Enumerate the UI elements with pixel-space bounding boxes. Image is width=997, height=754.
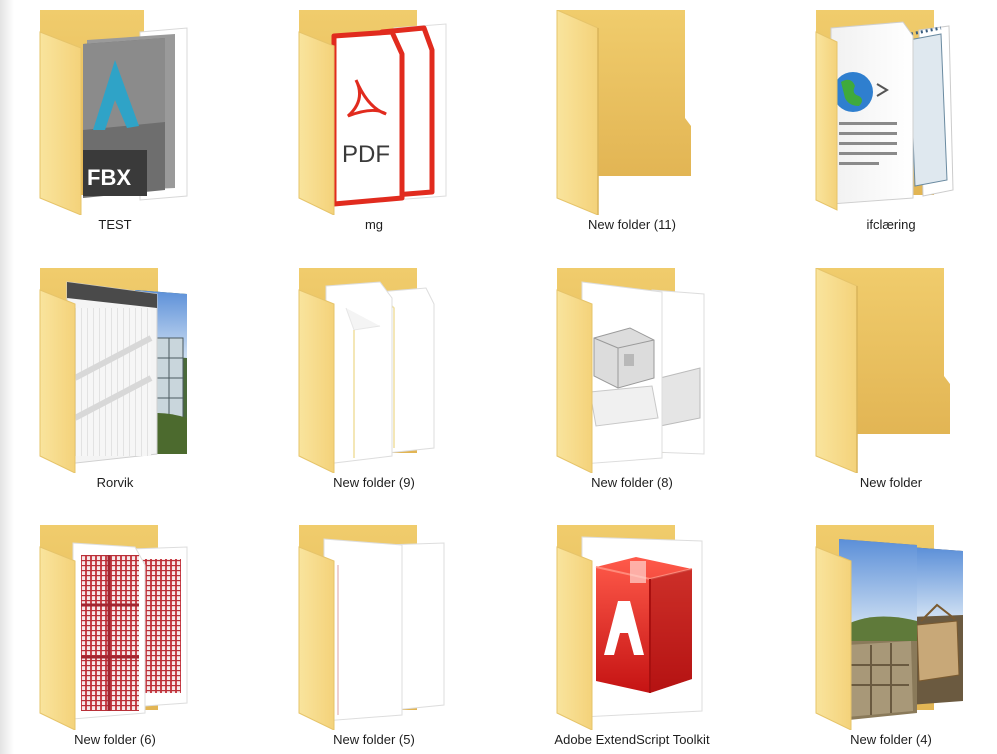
- folder-item-new-folder-5[interactable]: New folder (5): [274, 525, 474, 754]
- empty-folder-icon: [791, 268, 991, 473]
- folder-photo-icon: [791, 525, 991, 730]
- folder-blank-document-icon: [274, 268, 474, 473]
- folder-label: TEST: [98, 217, 132, 232]
- folder-adobe-app-icon: [532, 525, 732, 730]
- folder-label: New folder (9): [333, 475, 415, 490]
- folder-item-rorvik[interactable]: Rorvik: [15, 268, 215, 508]
- folder-item-mg[interactable]: PDF mg: [274, 10, 474, 250]
- svg-text:PDF: PDF: [342, 141, 390, 168]
- empty-folder-icon: [532, 10, 732, 215]
- folder-label: New folder (8): [591, 475, 673, 490]
- svg-text:FBX: FBX: [87, 165, 131, 190]
- folder-item-new-folder-11[interactable]: New folder (11): [532, 10, 732, 250]
- folder-model-thumbnail-icon: [532, 268, 732, 473]
- folder-item-new-folder[interactable]: New folder: [791, 268, 991, 508]
- folder-item-new-folder-6[interactable]: New folder (6): [15, 525, 215, 754]
- folder-blank-document-icon: [274, 525, 474, 730]
- folder-item-adobe-extendscript-toolkit[interactable]: Adobe ExtendScript Toolkit: [532, 525, 732, 754]
- folder-label: New folder (5): [333, 732, 415, 747]
- folder-web-document-icon: [791, 10, 991, 215]
- folder-item-new-folder-4[interactable]: New folder (4): [791, 525, 991, 754]
- folder-label: ifclæring: [866, 217, 916, 232]
- folder-item-new-folder-8[interactable]: New folder (8): [532, 268, 732, 508]
- folder-fbx-icon: FBX: [15, 10, 215, 215]
- folder-item-test[interactable]: FBX TEST: [15, 10, 215, 250]
- folder-label: New folder (4): [850, 732, 932, 747]
- folder-photo-icon: [15, 268, 215, 473]
- folder-label: mg: [364, 217, 384, 232]
- folder-label: New folder: [859, 475, 923, 490]
- folder-drawing-thumbnail-icon: [15, 525, 215, 730]
- folder-item-new-folder-9[interactable]: New folder (9): [274, 268, 474, 508]
- folder-pdf-icon: PDF: [274, 10, 474, 215]
- folder-grid: FBX TEST PDF mg New folder (11) ifclærin…: [0, 0, 997, 754]
- folder-label: Adobe ExtendScript Toolkit: [554, 732, 710, 747]
- folder-label: New folder (11): [588, 217, 676, 232]
- folder-item-ifclaering[interactable]: ifclæring: [791, 10, 991, 250]
- file-explorer-window: FBX TEST PDF mg New folder (11) ifclærin…: [0, 0, 997, 754]
- folder-label: New folder (6): [74, 732, 156, 747]
- folder-label: Rorvik: [96, 475, 134, 490]
